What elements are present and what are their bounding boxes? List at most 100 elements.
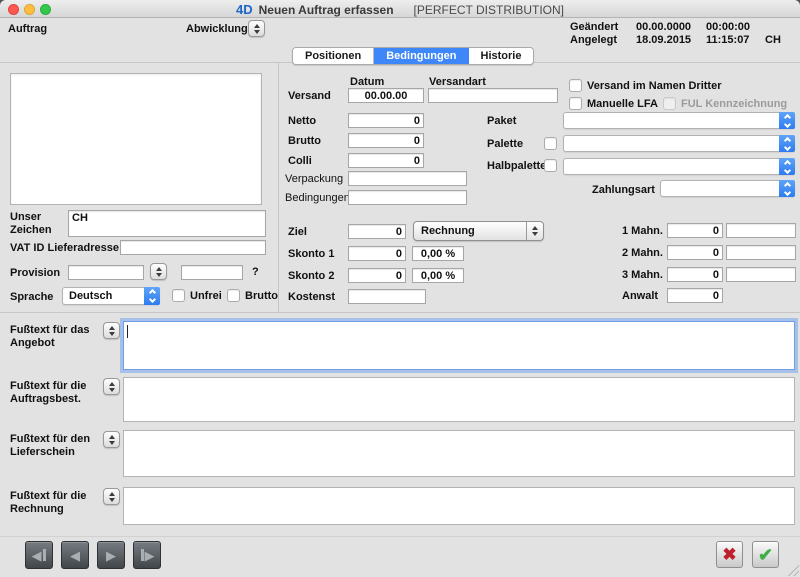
sprache-popup[interactable]: Deutsch [62, 287, 160, 305]
kostenst-field[interactable] [348, 289, 426, 304]
sprache-label: Sprache [10, 291, 53, 303]
fusstext-rechnung-label: Fußtext für die Rechnung [10, 490, 86, 516]
tab-historie[interactable]: Historie [469, 48, 534, 64]
ful-label: FUL Kennzeichnung [681, 98, 787, 110]
mahn2-label: 2 Mahn. [622, 247, 663, 259]
titlebar: 4D Neuen Auftrag erfassen [PERFECT DISTR… [0, 0, 800, 18]
mahn1-field[interactable]: 0 [667, 223, 723, 238]
ful-checkbox [663, 97, 676, 110]
geaendert-date: 00.00.0000 [636, 21, 691, 33]
bar-icon [141, 549, 144, 561]
stepper-up-icon [109, 382, 115, 386]
bedingungen-field[interactable] [348, 190, 467, 205]
halbpalette-checkbox[interactable] [544, 159, 557, 172]
verpackung-field[interactable] [348, 171, 467, 186]
paket-popup[interactable] [563, 112, 795, 129]
mahn3-field[interactable]: 0 [667, 267, 723, 282]
fusstext-auftragsbest-stepper[interactable] [103, 378, 120, 395]
skonto2-pct-field[interactable]: 0,00 % [412, 268, 464, 283]
text-caret [127, 325, 128, 338]
brutto-checkbox[interactable] [227, 289, 240, 302]
last-record-button[interactable]: ▶ [133, 541, 161, 569]
fusstext-rechnung-textarea[interactable] [123, 487, 795, 525]
mahn2-extra-field[interactable] [726, 245, 796, 260]
next-record-button[interactable]: ▶ [97, 541, 125, 569]
fusstext-lieferschein-label: Fußtext für den Lieferschein [10, 433, 90, 459]
divider-vertical [278, 62, 279, 312]
mahn3-extra-field[interactable] [726, 267, 796, 282]
stepper-up-icon [156, 267, 162, 271]
popup-chevrons-icon [779, 135, 795, 152]
skonto1-pct-field[interactable]: 0,00 % [412, 246, 464, 261]
zahlungsart-popup[interactable] [660, 180, 795, 197]
ziel-label: Ziel [288, 226, 307, 238]
fusstext-angebot-label-line2: Angebot [10, 337, 55, 349]
tab-bedingungen[interactable]: Bedingungen [374, 48, 468, 64]
previous-record-button[interactable]: ◀ [61, 541, 89, 569]
stepper-down-icon [109, 441, 115, 445]
stepper-down-icon [109, 332, 115, 336]
cancel-button[interactable]: ✖ [716, 541, 743, 568]
first-record-button[interactable]: ◀ [25, 541, 53, 569]
manuelle-lfa-label: Manuelle LFA [587, 98, 658, 110]
bar-icon [43, 549, 46, 561]
versand-dritter-checkbox[interactable] [569, 79, 582, 92]
datum-header: Datum [350, 76, 384, 88]
fusstext-angebot-label: Fußtext für das Angebot [10, 324, 89, 350]
address-listbox[interactable] [10, 73, 262, 205]
fusstext-auftragsbest-label-line1: Fußtext für die [10, 380, 86, 392]
vat-id-field[interactable] [120, 240, 266, 255]
anwalt-field[interactable]: 0 [667, 288, 723, 303]
unser-zeichen-field[interactable]: CH [68, 210, 266, 237]
unser-zeichen-label-line2: Zeichen [10, 224, 52, 236]
fusstext-lieferschein-textarea[interactable] [123, 430, 795, 477]
provision-field[interactable] [68, 265, 144, 280]
ziel-field[interactable]: 0 [348, 224, 406, 239]
abwicklung-stepper[interactable] [248, 20, 265, 37]
fusstext-auftragsbest-textarea[interactable] [123, 377, 795, 422]
user-initials: CH [765, 34, 781, 46]
fusstext-angebot-textarea[interactable] [123, 321, 795, 370]
mahn3-label: 3 Mahn. [622, 269, 663, 281]
stepper-down-icon [109, 388, 115, 392]
provision-stepper[interactable] [150, 263, 167, 280]
brutto-field[interactable]: 0 [348, 133, 424, 148]
kostenst-label: Kostenst [288, 291, 335, 303]
fusstext-lieferschein-stepper[interactable] [103, 431, 120, 448]
colli-field[interactable]: 0 [348, 153, 424, 168]
fusstext-angebot-stepper[interactable] [103, 322, 120, 339]
popup-chevrons-icon [779, 112, 795, 129]
mahn1-extra-field[interactable] [726, 223, 796, 238]
bedingungen-field-label: Bedingungen [285, 192, 350, 204]
ziel-mode-popup[interactable]: Rechnung [413, 221, 544, 241]
brutto-weight-label: Brutto [288, 135, 321, 147]
mahn1-label: 1 Mahn. [622, 225, 663, 237]
provision-label: Provision [10, 267, 60, 279]
provision-extra-field[interactable] [181, 265, 243, 280]
popup-chevrons-icon [144, 287, 160, 305]
manuelle-lfa-checkbox[interactable] [569, 97, 582, 110]
tab-positionen[interactable]: Positionen [293, 48, 374, 64]
versandart-field[interactable] [428, 88, 558, 103]
resize-grip[interactable] [784, 561, 799, 576]
palette-popup[interactable] [563, 135, 795, 152]
halbpalette-popup[interactable] [563, 158, 795, 175]
unfrei-checkbox[interactable] [172, 289, 185, 302]
fusstext-lieferschein-label-line2: Lieferschein [10, 446, 75, 458]
skonto1-field[interactable]: 0 [348, 246, 406, 261]
confirm-button[interactable]: ✔ [752, 541, 779, 568]
fusstext-rechnung-stepper[interactable] [103, 488, 120, 505]
netto-label: Netto [288, 115, 316, 127]
skonto1-label: Skonto 1 [288, 248, 334, 260]
palette-checkbox[interactable] [544, 137, 557, 150]
fusstext-auftragsbest-label: Fußtext für die Auftragsbest. [10, 380, 86, 406]
order-window: 4D Neuen Auftrag erfassen [PERFECT DISTR… [0, 0, 800, 577]
4d-logo-icon: 4D [236, 2, 253, 17]
question-mark-label: ? [252, 266, 259, 278]
window-title-text: Neuen Auftrag erfassen [259, 3, 394, 17]
skonto2-field[interactable]: 0 [348, 268, 406, 283]
mahn2-field[interactable]: 0 [667, 245, 723, 260]
netto-field[interactable]: 0 [348, 113, 424, 128]
unser-zeichen-label-line1: Unser [10, 211, 41, 223]
versand-datum-field[interactable]: 00.00.00 [348, 88, 424, 103]
